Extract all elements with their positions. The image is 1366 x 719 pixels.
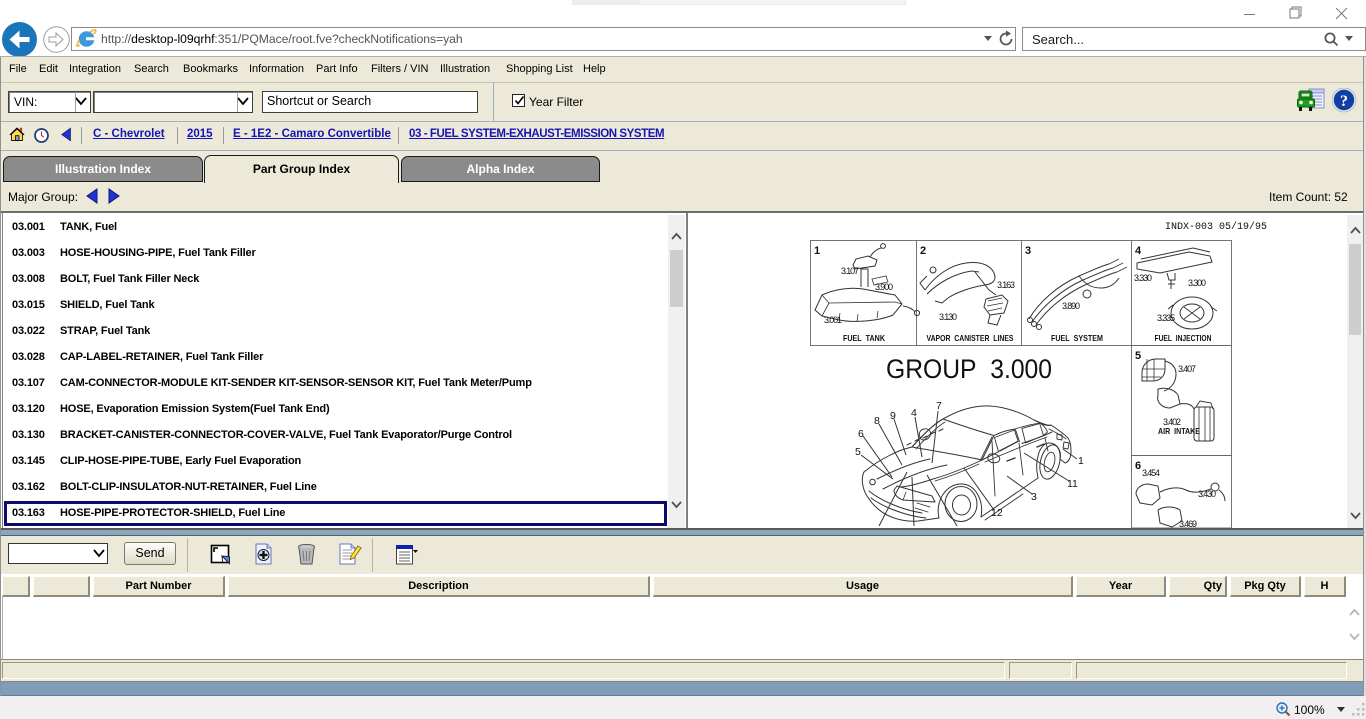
svg-text:3.330: 3.330 <box>1134 273 1152 283</box>
svg-text:8: 8 <box>874 415 880 427</box>
svg-text:INDX-003 05/19/95: INDX-003 05/19/95 <box>1165 221 1267 233</box>
svg-text:3.407: 3.407 <box>1178 364 1196 374</box>
svg-text:3: 3 <box>1025 245 1031 257</box>
svg-text:2: 2 <box>920 245 926 257</box>
svg-text:3.454: 3.454 <box>1142 468 1160 478</box>
svg-text:GROUP 3.000: GROUP 3.000 <box>886 354 1052 384</box>
svg-text:3.130: 3.130 <box>939 312 957 322</box>
svg-text:3.163: 3.163 <box>997 280 1015 290</box>
svg-text:FUEL INJECTION: FUEL INJECTION <box>1155 333 1212 343</box>
svg-text:5: 5 <box>1135 350 1141 362</box>
svg-text:6: 6 <box>1135 460 1141 472</box>
svg-text:3.890: 3.890 <box>1062 301 1080 311</box>
svg-text:7: 7 <box>936 400 942 412</box>
svg-text:11: 11 <box>1067 478 1078 490</box>
svg-text:3.900: 3.900 <box>875 282 893 292</box>
svg-text:3: 3 <box>1031 491 1037 503</box>
svg-text:6: 6 <box>858 428 864 440</box>
svg-text:5: 5 <box>855 446 861 458</box>
svg-text:3.107: 3.107 <box>841 266 859 276</box>
svg-text:12: 12 <box>991 507 1003 519</box>
svg-text:3.300: 3.300 <box>1188 278 1206 288</box>
svg-text:9: 9 <box>890 410 896 422</box>
svg-text:1: 1 <box>814 245 820 257</box>
svg-text:4: 4 <box>1135 245 1142 257</box>
svg-text:?: ? <box>1340 93 1348 110</box>
svg-text:4: 4 <box>911 407 917 419</box>
svg-text:FUEL SYSTEM: FUEL SYSTEM <box>1051 333 1103 343</box>
svg-text:FUEL TANK: FUEL TANK <box>843 333 886 343</box>
svg-text:1: 1 <box>1078 455 1084 467</box>
svg-text:VAPOR CANISTER LINES: VAPOR CANISTER LINES <box>927 333 1014 343</box>
